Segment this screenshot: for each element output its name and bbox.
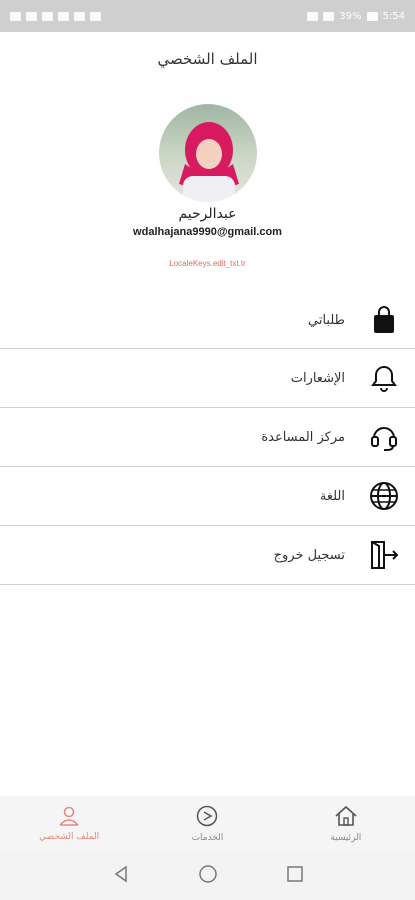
clock: 5:54 (382, 10, 405, 22)
menu-item-label: تسجيل خروج (273, 547, 345, 563)
back-icon[interactable] (112, 865, 130, 887)
menu-item-orders[interactable]: طلباتي (0, 292, 415, 349)
user-icon (58, 806, 80, 830)
menu-item-help-center[interactable]: مركز المساعدة (0, 408, 415, 467)
status-icons-right: 39% 5:54 (307, 11, 405, 22)
telegram-icon (74, 11, 85, 21)
nav-item-profile[interactable]: الملف الشخصي (0, 796, 138, 852)
logout-icon (369, 540, 399, 570)
signal-icon (26, 11, 37, 21)
alarm-icon (323, 11, 335, 21)
nav-item-services[interactable]: الخدمات (138, 796, 276, 852)
services-icon (196, 805, 218, 831)
recents-icon[interactable] (286, 865, 304, 887)
page-title: الملف الشخصي (157, 50, 258, 68)
menu-item-language[interactable]: اللغة (0, 467, 415, 526)
nav-item-home[interactable]: الرئيسية (277, 796, 415, 852)
bottom-nav: الملف الشخصي الخدمات الرئيسية (0, 796, 415, 852)
shopping-bag-icon (369, 305, 399, 335)
profile-menu: طلباتي الإشعارات مركز المساعدة اللغة تسج… (0, 292, 415, 585)
usb-icon (58, 11, 69, 21)
battery-percent: 39% (339, 10, 362, 22)
profile-email: wdalhajana9990@gmail.com (133, 226, 282, 238)
menu-item-label: طلباتي (308, 312, 345, 328)
menu-item-logout[interactable]: تسجيل خروج (0, 526, 415, 585)
avatar[interactable] (159, 104, 257, 202)
system-nav-bar (0, 852, 415, 900)
mail-icon (90, 11, 101, 21)
status-bar: 39% 5:54 (0, 0, 415, 32)
home-circle-icon[interactable] (198, 864, 218, 888)
menu-item-label: الإشعارات (290, 370, 345, 386)
bell-icon (369, 363, 399, 393)
status-icons-left (10, 11, 101, 21)
battery-icon (366, 11, 378, 21)
nav-label: الملف الشخصي (39, 832, 100, 842)
avatar-image (159, 104, 257, 202)
headset-icon (369, 422, 399, 452)
nav-label: الرئيسية (330, 833, 362, 843)
home-icon (334, 805, 358, 831)
vibrate-icon (307, 11, 319, 21)
menu-item-label: مركز المساعدة (261, 429, 345, 445)
menu-item-notifications[interactable]: الإشعارات (0, 349, 415, 408)
profile-name: عبدالرحيم (178, 206, 237, 222)
edit-profile-link[interactable]: LocaleKeys.edit_txt.tr (0, 259, 415, 268)
signal-icon (10, 11, 21, 21)
nav-label: الخدمات (191, 833, 224, 843)
wifi-icon (42, 11, 53, 21)
menu-item-label: اللغة (319, 488, 345, 504)
globe-icon (369, 481, 399, 511)
